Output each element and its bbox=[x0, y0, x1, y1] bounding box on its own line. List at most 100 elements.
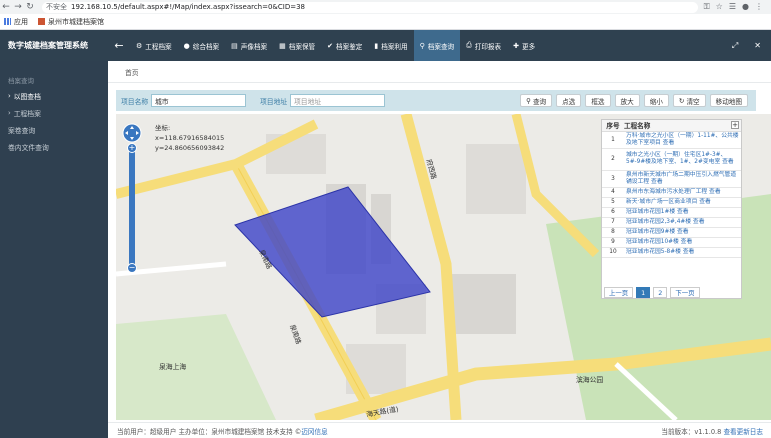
menu-kebab-icon[interactable]: ⋮ bbox=[755, 2, 763, 12]
search-bar: 项目名称 城市 项目地址 项目地址 ⚲ 查询 点选 框选 放大 缩小 ↻ 清空 移动… bbox=[116, 90, 756, 111]
menu-item-print-report[interactable]: ⎙ 打印报表 bbox=[460, 30, 507, 61]
row-project-name[interactable]: 泉州市新天城市广场二期中压引入燃气管道铺设工程 查看 bbox=[624, 170, 741, 188]
menu-item-av-archive[interactable]: ▤ 声像档案 bbox=[225, 30, 273, 61]
key-icon[interactable]: ⚿ bbox=[704, 2, 710, 12]
menu-item-more[interactable]: ✚ 更多 bbox=[507, 30, 541, 61]
archive-site-icon bbox=[38, 18, 45, 25]
menu-item-archive-appraisal[interactable]: ✔ 档案鉴定 bbox=[321, 30, 368, 61]
point-select-button[interactable]: 点选 bbox=[556, 94, 582, 107]
bookmark-label: 泉州市城建档案馆 bbox=[48, 17, 104, 26]
table-row[interactable]: 2 城市之光小区（一期）住宅区1#-3#、5#-9#楼及地下室、1#、2#变电室 … bbox=[602, 148, 741, 171]
zoom-out-icon[interactable]: − bbox=[127, 263, 137, 273]
forward-arrow-icon[interactable]: → bbox=[12, 2, 24, 12]
breadcrumb: 首页 bbox=[108, 61, 771, 83]
sidebar: 档案查询 › 以图查档 › 工程档案 案卷查询 卷内文件查询 bbox=[0, 61, 108, 438]
view-link[interactable]: 查看 bbox=[722, 159, 734, 165]
table-row[interactable]: 9 冠亚城市花园10#楼 查看 bbox=[602, 237, 741, 248]
row-index: 7 bbox=[602, 217, 624, 228]
row-project-name[interactable]: 新天·城市广场一区商业项目 查看 bbox=[624, 197, 741, 208]
project-name-text: 泉州市新天城市广场二期中压引入燃气管道铺设工程 bbox=[626, 171, 737, 185]
reload-icon[interactable]: ↻ bbox=[24, 2, 36, 12]
table-row[interactable]: 6 冠亚城市花园1#楼 查看 bbox=[602, 207, 741, 218]
close-icon[interactable]: ✕ bbox=[754, 41, 761, 51]
project-name-input[interactable]: 城市 bbox=[151, 94, 246, 107]
zoom-slider[interactable] bbox=[129, 147, 135, 267]
box-select-button[interactable]: 框选 bbox=[585, 94, 611, 107]
page-button-1[interactable]: 1 bbox=[636, 287, 651, 298]
zoom-out-button[interactable]: 缩小 bbox=[643, 94, 669, 107]
table-row[interactable]: 1 万科·城市之光小区（一期）1-11#、公共楼及地下室项目 查看 bbox=[602, 131, 741, 149]
table-row[interactable]: 5 新天·城市广场一区商业项目 查看 bbox=[602, 197, 741, 208]
changelog-link[interactable]: 查看更新日志 bbox=[723, 428, 763, 436]
menu-item-archive-use[interactable]: ▮ 档案利用 bbox=[368, 30, 413, 61]
row-index: 5 bbox=[602, 197, 624, 208]
row-project-name[interactable]: 冠亚城市花园1#楼 查看 bbox=[624, 207, 741, 218]
query-button[interactable]: ⚲ 查询 bbox=[520, 94, 553, 107]
view-link[interactable]: 查看 bbox=[693, 219, 705, 225]
zoom-in-button[interactable]: 放大 bbox=[614, 94, 640, 107]
app-title: 数字城建档案管理系统 bbox=[8, 41, 88, 50]
bookmark-archive[interactable]: 泉州市城建档案馆 bbox=[38, 17, 104, 27]
table-row[interactable]: 3 泉州市新天城市广场二期中压引入燃气管道铺设工程 查看 bbox=[602, 170, 741, 188]
next-page-button[interactable]: 下一页 bbox=[670, 287, 700, 298]
row-project-name[interactable]: 泉州市东海城市污水处理厂工程 查看 bbox=[624, 187, 741, 198]
menu-item-archive-storage[interactable]: ▦ 档案保管 bbox=[273, 30, 321, 61]
coord-label: 坐标: bbox=[155, 124, 171, 132]
menu-item-general-archive[interactable]: ● 综合档案 bbox=[178, 30, 225, 61]
view-link[interactable]: 查看 bbox=[699, 199, 711, 205]
page-button-2[interactable]: 2 bbox=[653, 287, 668, 298]
table-row[interactable]: 8 冠亚城市花园9#楼 查看 bbox=[602, 227, 741, 238]
row-index: 6 bbox=[602, 207, 624, 218]
url-input[interactable]: 不安全 192.168.10.5/default.aspx#!/Map/inde… bbox=[42, 1, 698, 13]
back-arrow-icon[interactable]: ← bbox=[0, 2, 12, 12]
view-link[interactable]: 查看 bbox=[677, 229, 689, 235]
top-menu: ⚙ 工程档案 ● 综合档案 ▤ 声像档案 ▦ 档案保管 ✔ 档案鉴定 ▮ 档案利用 ⚲ 档案查… bbox=[130, 30, 541, 61]
project-name-text: 新天·城市广场一区商业项目 bbox=[626, 198, 698, 205]
search-icon: ⚲ bbox=[526, 96, 531, 105]
prev-page-button[interactable]: 上一页 bbox=[604, 287, 634, 298]
star-icon[interactable]: ☆ bbox=[716, 2, 723, 12]
breadcrumb-home[interactable]: 首页 bbox=[125, 67, 139, 77]
view-link[interactable]: 查看 bbox=[651, 179, 663, 185]
pan-control-icon[interactable] bbox=[122, 123, 142, 143]
view-link[interactable]: 查看 bbox=[709, 189, 721, 195]
account-icon[interactable]: ● bbox=[742, 2, 749, 12]
pager: 上一页 1 2 下一页 bbox=[604, 287, 700, 298]
collapse-icon[interactable]: + bbox=[731, 121, 739, 129]
menu-item-archive-query[interactable]: ⚲ 档案查询 bbox=[413, 30, 461, 61]
button-label: 查询 bbox=[532, 97, 547, 106]
fullscreen-icon[interactable]: ⤢ bbox=[732, 41, 738, 51]
view-link[interactable]: 查看 bbox=[681, 239, 693, 245]
table-row[interactable]: 4 泉州市东海城市污水处理厂工程 查看 bbox=[602, 187, 741, 198]
row-project-name[interactable]: 冠亚城市花园9#楼 查看 bbox=[624, 227, 741, 238]
view-link[interactable]: 查看 bbox=[683, 249, 695, 255]
search-icon: ⚲ bbox=[419, 41, 425, 50]
row-project-name[interactable]: 冠亚城市花园2,3#,4#楼 查看 bbox=[624, 217, 741, 228]
project-address-label: 项目地址 bbox=[260, 97, 288, 106]
back-arrow-icon[interactable]: ← bbox=[108, 39, 130, 52]
sidebar-item-map-query[interactable]: › 以图查档 bbox=[0, 87, 108, 104]
table-row[interactable]: 7 冠亚城市花园2,3#,4#楼 查看 bbox=[602, 217, 741, 228]
menu-label: 综合档案 bbox=[192, 42, 220, 51]
menu-item-project-archive[interactable]: ⚙ 工程档案 bbox=[130, 30, 178, 61]
extensions-icon[interactable]: ☰ bbox=[729, 2, 736, 12]
sidebar-item-file-query[interactable]: 卷内文件查询 bbox=[0, 138, 108, 155]
view-link[interactable]: 查看 bbox=[663, 140, 675, 146]
table-row[interactable]: 10 冠亚城市花园5-8#楼 查看 bbox=[602, 247, 741, 258]
browser-address-bar: ← → ↻ 不安全 192.168.10.5/default.aspx#!/Ma… bbox=[0, 0, 771, 14]
row-project-name[interactable]: 城市之光小区（一期）住宅区1#-3#、5#-9#楼及地下室、1#、2#变电室 查… bbox=[624, 148, 741, 171]
sidebar-item-volume-query[interactable]: 案卷查询 bbox=[0, 121, 108, 138]
project-address-input[interactable]: 项目地址 bbox=[290, 94, 385, 107]
pan-map-button[interactable]: 移动地图 bbox=[709, 94, 748, 107]
bookmark-apps[interactable]: 应用 bbox=[4, 17, 28, 27]
row-project-name[interactable]: 冠亚城市花园10#楼 查看 bbox=[624, 237, 741, 248]
row-project-name[interactable]: 冠亚城市花园5-8#楼 查看 bbox=[624, 247, 741, 258]
support-link[interactable]: 迈冈信息 bbox=[301, 426, 327, 436]
row-project-name[interactable]: 万科·城市之光小区（一期）1-11#、公共楼及地下室项目 查看 bbox=[624, 131, 741, 149]
clear-button[interactable]: ↻ 清空 bbox=[672, 94, 706, 107]
zoom-in-icon[interactable]: + bbox=[127, 143, 137, 153]
check-icon: ✔ bbox=[327, 41, 334, 50]
print-icon: ⎙ bbox=[466, 41, 472, 49]
sidebar-item-project-archive[interactable]: › 工程档案 bbox=[0, 104, 108, 121]
view-link[interactable]: 查看 bbox=[677, 209, 689, 215]
